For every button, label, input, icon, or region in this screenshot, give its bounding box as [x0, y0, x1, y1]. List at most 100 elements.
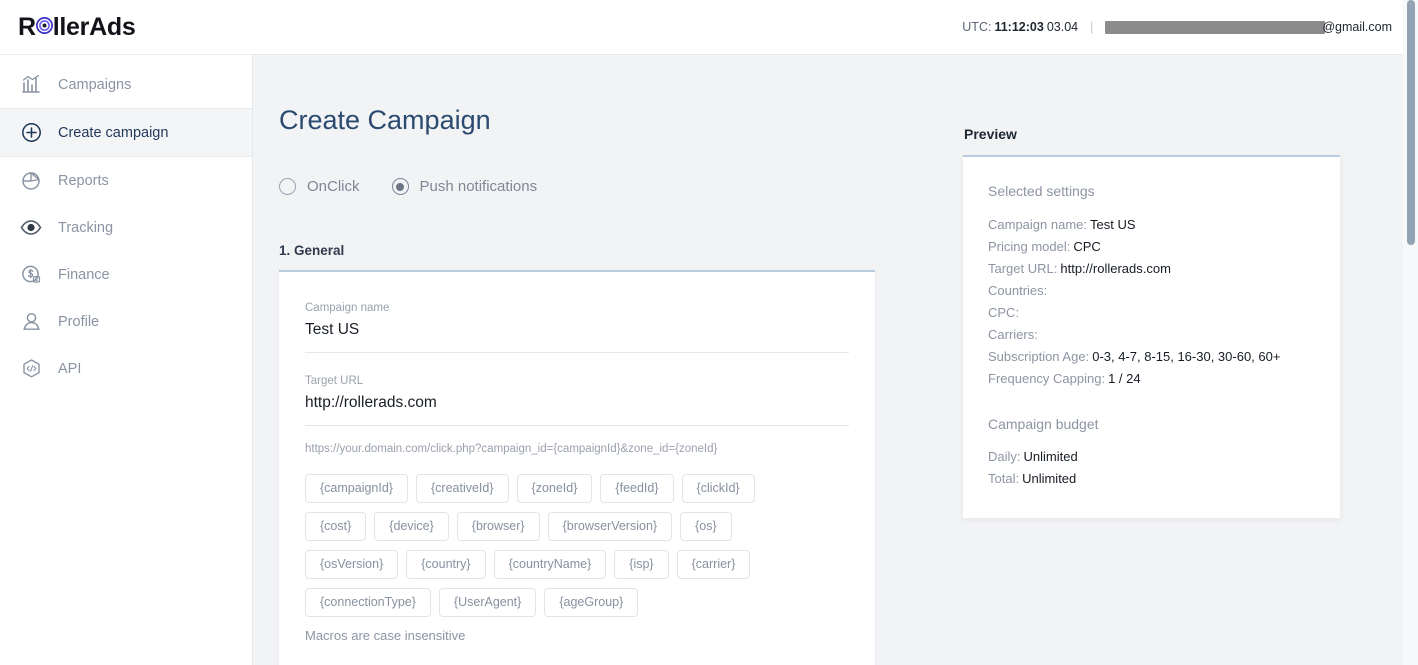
macro-chip[interactable]: {zoneId}	[516, 474, 593, 503]
macro-chip[interactable]: {UserAgent}	[438, 588, 537, 617]
macro-chip-row: {campaignId} {creativeId} {zoneId} {feed…	[305, 474, 849, 503]
preview-card: Selected settings Campaign name: Test US …	[963, 155, 1340, 518]
selected-settings-heading: Selected settings	[988, 183, 1095, 199]
campaign-name-label: Campaign name	[305, 302, 390, 314]
bar-chart-icon	[20, 74, 42, 96]
macro-chip-list: {campaignId} {creativeId} {zoneId} {feed…	[305, 474, 849, 617]
radio-option-onclick[interactable]: OnClick	[279, 178, 360, 195]
top-header: RllerAds UTC: 11:12:03 03.04 | @gmail.co…	[0, 0, 1418, 55]
logo-text-left: R	[18, 12, 36, 41]
macro-chip[interactable]: {carrier}	[676, 550, 751, 579]
sidebar-item-label: API	[58, 360, 82, 377]
macro-chip[interactable]: {country}	[406, 550, 486, 579]
radio-option-push-notifications[interactable]: Push notifications	[391, 178, 538, 195]
header-divider: |	[1090, 20, 1094, 34]
preview-setting-key: Target URL:	[988, 261, 1058, 276]
utc-label: UTC:	[962, 20, 992, 34]
radio-circle-selected-icon	[391, 178, 409, 195]
macro-chip[interactable]: {feedId}	[600, 474, 674, 503]
macro-case-note: Macros are case insensitive	[305, 628, 466, 643]
preview-budget-key: Total:	[988, 471, 1020, 486]
sidebar-item-profile[interactable]: Profile	[0, 298, 252, 345]
preview-setting-key: Subscription Age:	[988, 349, 1090, 364]
preview-setting-row: Frequency Capping: 1 / 24	[988, 368, 1315, 390]
main-content: Create Campaign OnClick Push notificatio…	[254, 55, 1418, 665]
preview-setting-key: Carriers:	[988, 327, 1038, 342]
macro-chip[interactable]: {browserVersion}	[547, 512, 673, 541]
general-form-card: Campaign name Test US Target URL http://…	[279, 270, 875, 665]
macro-chip-row: {osVersion} {country} {countryName} {isp…	[305, 550, 849, 579]
macro-chip[interactable]: {browser}	[456, 512, 540, 541]
preview-setting-value: http://rollerads.com	[1060, 261, 1171, 276]
section-heading-general: 1. General	[279, 243, 345, 258]
radio-label: Push notifications	[419, 178, 538, 195]
preview-setting-value: 0-3, 4-7, 8-15, 16-30, 30-60, 60+	[1092, 349, 1281, 364]
preview-budget-row: Daily: Unlimited	[988, 446, 1315, 468]
campaign-name-input[interactable]: Test US	[305, 321, 849, 353]
preview-setting-row: CPC:	[988, 302, 1315, 324]
sidebar-item-reports[interactable]: Reports	[0, 157, 252, 204]
macro-chip[interactable]: {creativeId}	[415, 474, 509, 503]
logo-text-right: llerAds	[52, 12, 136, 41]
sidebar-item-label: Finance	[58, 266, 110, 283]
account-email[interactable]: @gmail.com	[1105, 20, 1392, 34]
macro-chip[interactable]: {isp}	[614, 550, 669, 579]
rollerads-logo[interactable]: RllerAds	[18, 12, 136, 42]
preview-setting-row: Campaign name: Test US	[988, 214, 1315, 236]
macro-chip-row: {connectionType} {UserAgent} {ageGroup}	[305, 588, 849, 617]
sidebar-item-api[interactable]: API	[0, 345, 252, 392]
preview-setting-value: Test US	[1090, 217, 1136, 232]
preview-setting-row: Subscription Age: 0-3, 4-7, 8-15, 16-30, …	[988, 346, 1315, 368]
campaign-name-field: Campaign name Test US	[305, 302, 849, 353]
preview-setting-value: CPC	[1073, 239, 1101, 254]
email-domain: @gmail.com	[1322, 20, 1392, 34]
preview-budget-row: Total: Unlimited	[988, 468, 1315, 490]
page-scrollbar-thumb[interactable]	[1407, 0, 1415, 245]
sidebar-item-campaigns[interactable]: Campaigns	[0, 61, 252, 108]
sidebar-item-label: Reports	[58, 172, 109, 189]
code-hexagon-icon	[20, 358, 42, 380]
sidebar-item-finance[interactable]: Finance	[0, 251, 252, 298]
sidebar-nav: Campaigns Create campaign Reports Tracki…	[0, 55, 253, 665]
target-url-label: Target URL	[305, 375, 364, 387]
preview-budget-key: Daily:	[988, 449, 1021, 464]
preview-budget-value: Unlimited	[1023, 449, 1078, 464]
macro-chip[interactable]: {ageGroup}	[544, 588, 639, 617]
sidebar-item-tracking[interactable]: Tracking	[0, 204, 252, 251]
preview-setting-row: Target URL: http://rollerads.com	[988, 258, 1315, 280]
sidebar-item-label: Create campaign	[58, 124, 169, 141]
macro-chip[interactable]: {clickId}	[681, 474, 755, 503]
campaign-budget-heading: Campaign budget	[988, 416, 1099, 432]
campaign-type-radio-group: OnClick Push notifications	[279, 178, 569, 195]
macro-chip[interactable]: {os}	[680, 512, 732, 541]
macro-chip[interactable]: {connectionType}	[305, 588, 431, 617]
header-right-area: UTC: 11:12:03 03.04 | @gmail.com	[962, 20, 1392, 34]
target-url-hint: https://your.domain.com/click.php?campai…	[305, 443, 718, 455]
sidebar-item-create-campaign[interactable]: Create campaign	[0, 108, 252, 157]
macro-chip-row: {cost} {device} {browser} {browserVersio…	[305, 512, 849, 541]
preview-setting-row: Carriers:	[988, 324, 1315, 346]
preview-setting-row: Countries:	[988, 280, 1315, 302]
macro-chip[interactable]: {device}	[374, 512, 449, 541]
preview-setting-key: Frequency Capping:	[988, 371, 1106, 386]
macro-chip[interactable]: {cost}	[305, 512, 367, 541]
utc-date: 03.04	[1046, 20, 1079, 34]
preview-setting-key: Countries:	[988, 283, 1048, 298]
email-redaction-bar	[1105, 20, 1326, 34]
macro-chip[interactable]: {countryName}	[493, 550, 607, 579]
preview-heading: Preview	[964, 126, 1017, 142]
user-icon	[20, 311, 42, 333]
sidebar-item-label: Campaigns	[58, 76, 132, 93]
preview-setting-key: Campaign name:	[988, 217, 1087, 232]
preview-setting-row: Pricing model: CPC	[988, 236, 1315, 258]
pie-chart-icon	[20, 170, 42, 192]
macro-chip[interactable]: {campaignId}	[305, 474, 408, 503]
sidebar-item-label: Profile	[58, 313, 100, 330]
target-url-input[interactable]: http://rollerads.com	[305, 394, 849, 426]
page-title: Create Campaign	[279, 105, 491, 135]
bullseye-target-icon	[35, 16, 53, 34]
sidebar-item-label: Tracking	[58, 219, 114, 236]
eye-icon	[20, 217, 42, 239]
preview-setting-key: Pricing model:	[988, 239, 1071, 254]
macro-chip[interactable]: {osVersion}	[305, 550, 399, 579]
